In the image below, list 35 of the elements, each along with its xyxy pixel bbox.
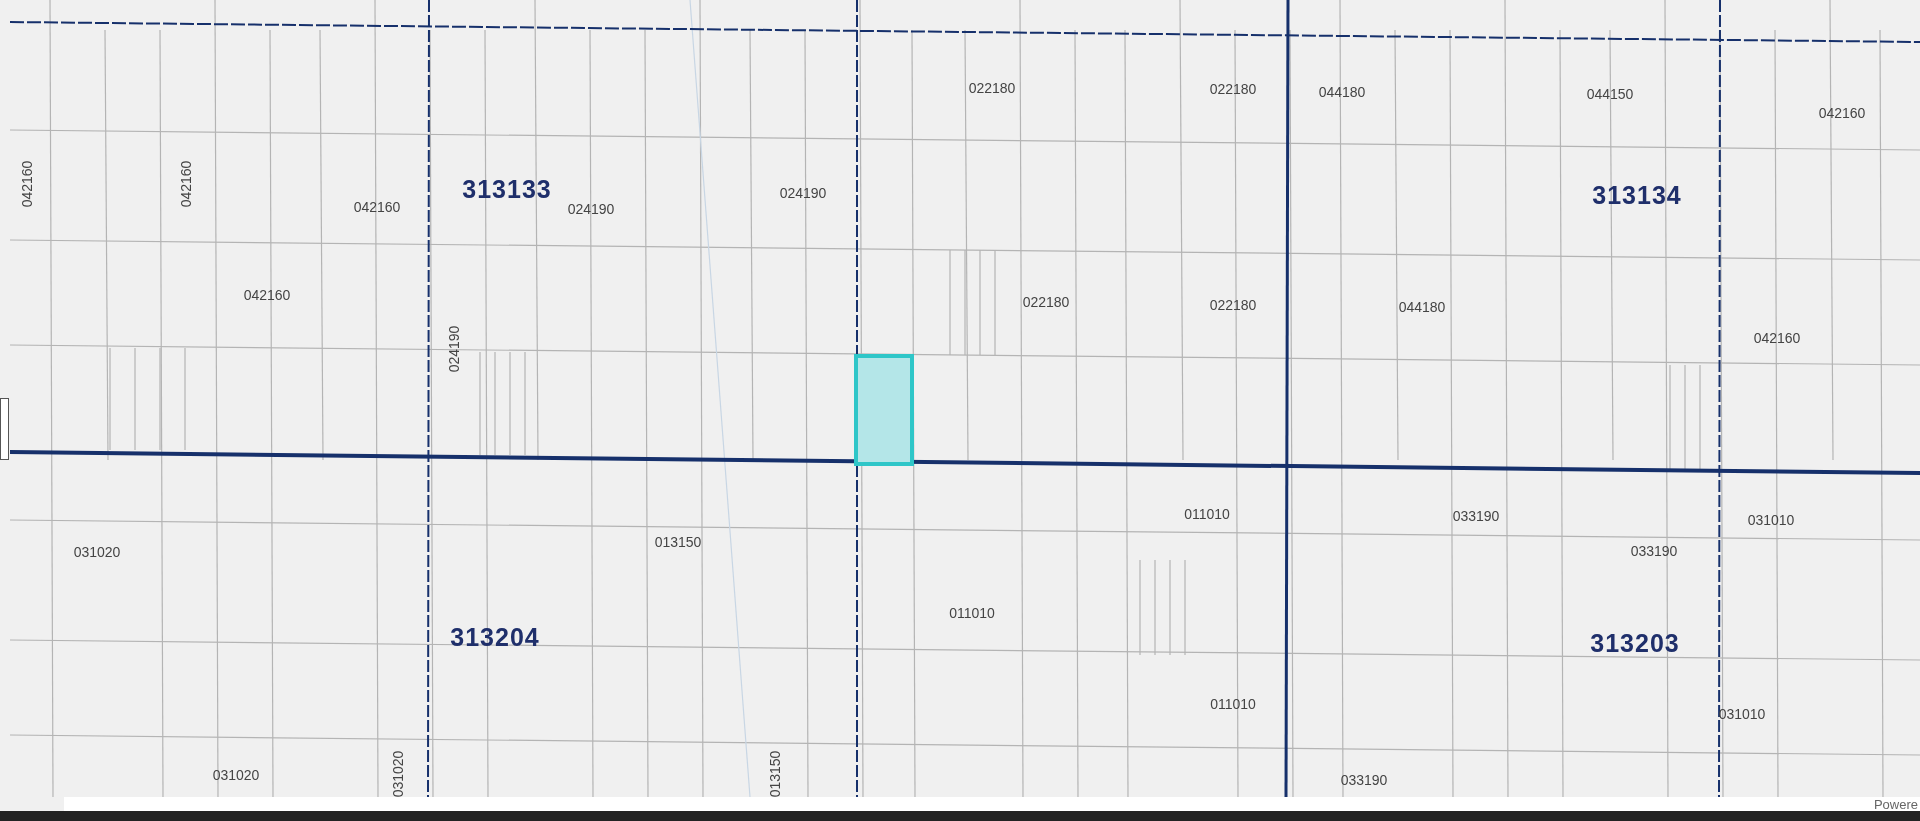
section-number-label: 313203 [1590,628,1680,660]
parcel-code-label: 044180 [1318,82,1366,102]
parcel-code-label: 022180 [968,78,1016,98]
map-edge-control[interactable] [0,398,9,460]
parcel-code-label: 013150 [765,750,784,798]
parcel-code-label: 031020 [212,765,260,785]
parcel-code-label: 042160 [17,160,36,208]
parcel-code-label: 033190 [1452,506,1500,526]
parcel-code-label: 013150 [654,532,702,552]
parcel-code-label: 042160 [1753,328,1801,348]
parcel-code-label: 042160 [353,197,401,217]
parcel-code-label: 022180 [1022,292,1070,312]
section-number-label: 313204 [450,622,540,654]
parcel-code-label: 033190 [1340,770,1388,790]
section-number-label: 313133 [462,174,552,206]
parcel-code-label: 031020 [73,542,121,562]
parcel-code-label: 024190 [779,183,827,203]
parcel-code-label: 031010 [1747,510,1795,530]
parcel-code-label: 024190 [567,199,615,219]
parcel-code-label: 044150 [1586,84,1634,104]
parcel-code-label: 024190 [444,325,463,373]
attribution-text: Powere [1873,797,1919,811]
parcel-code-label: 011010 [1210,694,1256,714]
section-number-label: 313134 [1592,180,1682,212]
parcel-code-label: 011010 [1184,504,1230,524]
parcel-code-label: 033190 [1630,541,1678,561]
parcel-code-label: 042160 [243,285,291,305]
parcel-code-label: 031020 [388,750,407,798]
parcel-code-label: 042160 [1818,103,1866,123]
parcel-code-label: 044180 [1398,297,1446,317]
parcel-code-label: 011010 [949,603,995,623]
parcel-code-label: 042160 [176,160,195,208]
parcel-code-label: 022180 [1209,295,1257,315]
parcel-code-label: 031010 [1718,704,1766,724]
parcel-code-label: 022180 [1209,79,1257,99]
